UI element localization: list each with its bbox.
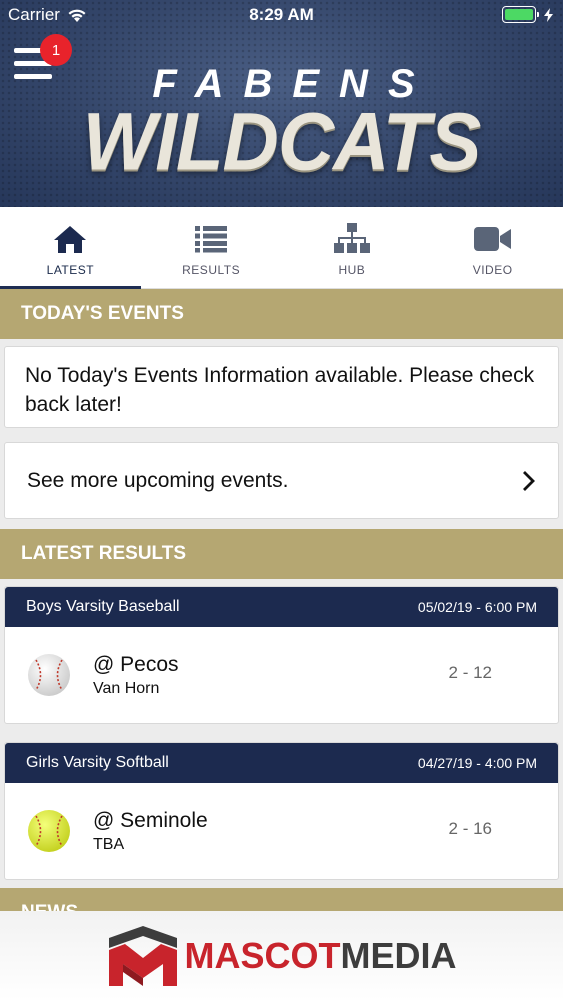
result-opponent: @ Pecos: [93, 652, 179, 676]
result-location: Van Horn: [93, 679, 160, 697]
result-sport: Girls Varsity Softball: [26, 754, 169, 771]
tab-label: RESULTS: [182, 263, 241, 277]
no-events-message: No Today's Events Information available.…: [4, 346, 559, 428]
sponsor-banner[interactable]: MASCOTMEDIA: [0, 911, 563, 1000]
charging-bolt-icon: [544, 7, 553, 22]
result-score: 2 - 16: [448, 819, 492, 838]
result-location: TBA: [93, 835, 125, 853]
latest-results-heading: LATEST RESULTS: [0, 529, 563, 579]
tab-label: VIDEO: [472, 263, 513, 277]
result-card[interactable]: Boys Varsity Baseball 05/02/19 - 6:00 PM…: [4, 586, 559, 724]
result-body: @ Pecos Van Horn 2 - 12: [5, 627, 558, 723]
team-name-logo: WILDCATS: [82, 94, 482, 188]
notification-badge: 1: [40, 34, 72, 66]
app-header: Carrier 8:29 AM 1 FABENS WILDCATS: [0, 0, 563, 207]
battery-icon: [502, 6, 539, 23]
tab-label: HUB: [338, 263, 366, 277]
tab-latest[interactable]: LATEST: [0, 207, 141, 289]
result-header: Girls Varsity Softball 04/27/19 - 4:00 P…: [5, 743, 558, 783]
result-sport: Boys Varsity Baseball: [26, 598, 180, 615]
result-body: @ Seminole TBA 2 - 16: [5, 783, 558, 879]
sponsor-brand-name: MASCOTMEDIA: [185, 935, 457, 977]
todays-events-heading: TODAY'S EVENTS: [0, 289, 563, 339]
result-header: Boys Varsity Baseball 05/02/19 - 6:00 PM: [5, 587, 558, 627]
softball-icon: [28, 810, 70, 852]
feed-content: TODAY'S EVENTS No Today's Events Informa…: [0, 289, 563, 1000]
brand-media: MEDIA: [340, 934, 457, 976]
hub-icon: [333, 223, 370, 253]
result-datetime: 05/02/19 - 6:00 PM: [417, 599, 537, 615]
result-opponent: @ Seminole: [93, 808, 208, 832]
upcoming-events-label: See more upcoming events.: [27, 468, 289, 492]
home-icon: [54, 226, 87, 253]
main-tabs: LATEST RESULTS HUB VIDEO: [0, 207, 563, 289]
video-camera-icon: [473, 227, 511, 251]
tab-video[interactable]: VIDEO: [422, 207, 563, 288]
result-card[interactable]: Girls Varsity Softball 04/27/19 - 4:00 P…: [4, 742, 559, 880]
brand-mascot: MASCOT: [184, 934, 341, 976]
battery-indicator: [502, 6, 553, 23]
tab-results[interactable]: RESULTS: [141, 207, 282, 288]
chevron-right-icon: [523, 470, 535, 491]
result-datetime: 04/27/19 - 4:00 PM: [417, 755, 537, 771]
upcoming-events-link[interactable]: See more upcoming events.: [4, 442, 559, 519]
mascot-media-logo-icon: [108, 925, 177, 986]
baseball-icon: [28, 654, 70, 696]
list-icon: [195, 226, 228, 253]
tab-hub[interactable]: HUB: [282, 207, 423, 288]
status-time: 8:29 AM: [249, 5, 314, 24]
tab-label: LATEST: [46, 263, 95, 277]
status-bar: Carrier 8:29 AM: [0, 0, 563, 28]
result-score: 2 - 12: [448, 663, 492, 682]
